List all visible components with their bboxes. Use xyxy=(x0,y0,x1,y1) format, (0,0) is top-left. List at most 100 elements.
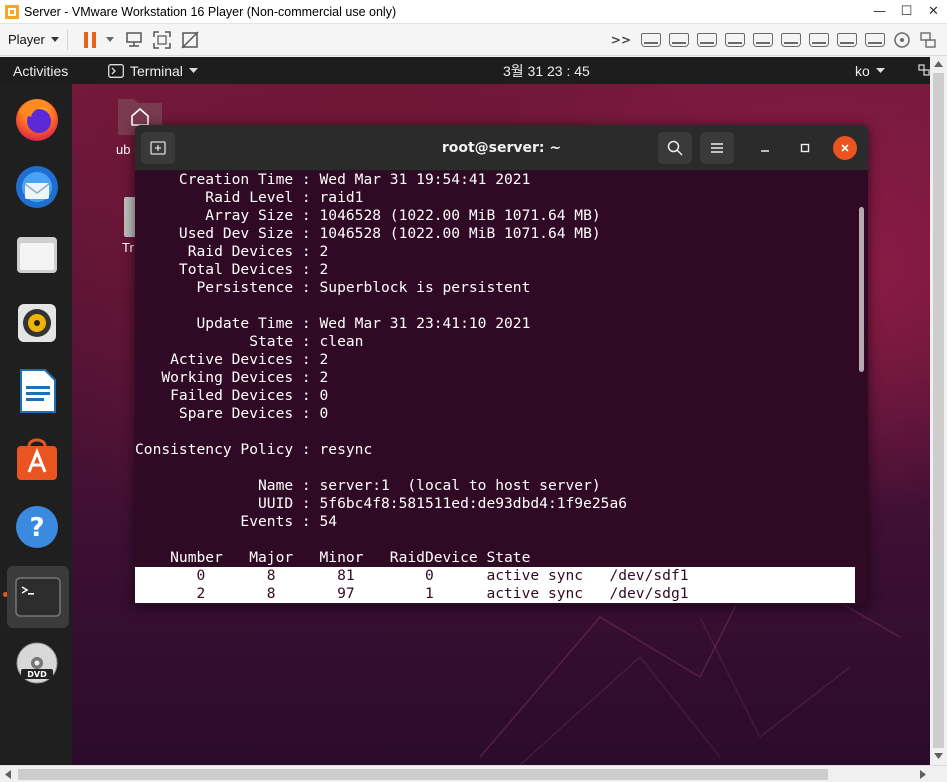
close-button[interactable]: ✕ xyxy=(920,4,947,19)
dock-ubuntu-software[interactable] xyxy=(8,430,66,488)
hard-disk-icon[interactable] xyxy=(697,32,717,47)
dock-dvd[interactable]: DVD xyxy=(8,634,66,692)
search-button[interactable] xyxy=(658,132,692,164)
gnome-topbar: Activities Terminal 3월 31 23 : 45 ko xyxy=(0,57,930,84)
vmware-horizontal-scrollbar[interactable] xyxy=(0,765,947,782)
terminal-icon xyxy=(15,577,61,617)
terminal-window[interactable]: root@server: ~ Creation Time : Wed Mar 3… xyxy=(135,125,868,605)
scroll-right-icon[interactable] xyxy=(920,770,926,779)
hard-disk-icon[interactable] xyxy=(669,32,689,47)
cd-drive-icon[interactable] xyxy=(893,31,911,49)
svg-text:DVD: DVD xyxy=(27,670,47,679)
scrollbar-thumb[interactable] xyxy=(18,769,828,780)
terminal-line: Array Size : 1046528 (1022.00 MiB 1071.6… xyxy=(135,207,601,224)
vmware-titlebar: Server - VMware Workstation 16 Player (N… xyxy=(0,0,947,24)
pause-icon xyxy=(83,31,96,48)
clock[interactable]: 3월 31 23 : 45 xyxy=(503,61,590,81)
dock-help[interactable]: ? xyxy=(8,498,66,556)
terminal-line: Persistence : Superblock is persistent xyxy=(135,279,531,296)
hard-disk-icon[interactable] xyxy=(641,32,661,47)
network-computer-icon xyxy=(126,31,142,47)
chevron-down-icon[interactable] xyxy=(105,36,114,43)
dock-files[interactable] xyxy=(8,226,66,284)
terminal-maximize-button[interactable] xyxy=(793,136,817,160)
network-icon[interactable] xyxy=(918,64,930,76)
chevron-down-icon xyxy=(875,67,885,73)
send-ctrl-alt-del-button[interactable] xyxy=(123,29,145,51)
new-tab-icon xyxy=(150,141,166,155)
terminal-minimize-button[interactable] xyxy=(753,136,777,160)
fullscreen-button[interactable] xyxy=(151,29,173,51)
device-icons: >> xyxy=(611,31,947,49)
files-icon xyxy=(17,237,57,273)
vmware-vertical-scrollbar[interactable] xyxy=(930,57,947,765)
hard-disk-icon[interactable] xyxy=(865,32,885,47)
terminal-line-selected: 0 8 81 0 active sync /dev/sdf1 xyxy=(135,567,855,585)
terminal-line: Failed Devices : 0 xyxy=(135,387,329,404)
activities-button[interactable]: Activities xyxy=(0,63,108,79)
unity-icon xyxy=(181,30,199,49)
dvd-icon: DVD xyxy=(16,642,58,684)
terminal-line: Active Devices : 2 xyxy=(135,351,329,368)
close-icon xyxy=(841,144,849,152)
network-adapter-icon[interactable] xyxy=(919,31,937,49)
new-tab-button[interactable] xyxy=(141,132,175,164)
input-method-menu[interactable]: ko xyxy=(855,63,885,79)
scroll-up-icon[interactable] xyxy=(934,61,943,67)
unity-button[interactable] xyxy=(179,29,201,51)
pause-button[interactable] xyxy=(79,29,101,51)
hamburger-icon xyxy=(711,143,723,153)
terminal-line: Raid Level : raid1 xyxy=(135,189,364,206)
terminal-close-button[interactable] xyxy=(833,136,857,160)
thunderbird-icon xyxy=(16,166,58,208)
hard-disk-icon[interactable] xyxy=(753,32,773,47)
terminal-line: Name : server:1 (local to host server) xyxy=(135,477,601,494)
player-menu[interactable]: Player xyxy=(0,32,59,47)
hard-disk-icon[interactable] xyxy=(837,32,857,47)
firefox-icon xyxy=(16,99,58,141)
maximize-button[interactable]: ☐ xyxy=(893,4,920,19)
dock-rhythmbox[interactable] xyxy=(8,294,66,352)
software-bag-icon xyxy=(17,438,57,480)
hard-disk-icon[interactable] xyxy=(781,32,801,47)
toolbar-divider xyxy=(66,29,68,50)
dock-terminal[interactable] xyxy=(7,566,69,628)
dock-libreoffice-writer[interactable] xyxy=(8,362,66,420)
minimize-icon xyxy=(761,150,769,152)
maximize-icon xyxy=(800,143,810,153)
terminal-line: Spare Devices : 0 xyxy=(135,405,329,422)
terminal-line: Update Time : Wed Mar 31 23:41:10 2021 xyxy=(135,315,531,332)
hard-disk-icon[interactable] xyxy=(809,32,829,47)
terminal-line: Creation Time : Wed Mar 31 19:54:41 2021 xyxy=(135,171,531,188)
dock: ? DVD xyxy=(0,84,72,765)
help-icon: ? xyxy=(16,506,58,548)
terminal-scrollbar[interactable] xyxy=(859,207,864,372)
terminal-line: Raid Devices : 2 xyxy=(135,243,329,260)
scroll-down-icon[interactable] xyxy=(934,753,943,759)
terminal-icon xyxy=(108,63,124,78)
menu-button[interactable] xyxy=(700,132,734,164)
minimize-button[interactable]: — xyxy=(866,4,893,19)
vmware-app-icon xyxy=(5,4,19,19)
more-devices-button[interactable]: >> xyxy=(611,33,631,47)
scroll-left-icon[interactable] xyxy=(5,770,11,779)
scrollbar-thumb[interactable] xyxy=(933,73,944,748)
terminal-output[interactable]: Creation Time : Wed Mar 31 19:54:41 2021… xyxy=(135,171,868,605)
search-icon xyxy=(667,140,683,156)
chevron-down-icon xyxy=(50,36,59,42)
terminal-line-selected: 2 8 97 1 active sync /dev/sdg1 xyxy=(135,585,855,603)
terminal-line: Events : 54 xyxy=(135,513,338,530)
hard-disk-icon[interactable] xyxy=(725,32,745,47)
dock-firefox[interactable] xyxy=(8,90,66,148)
fullscreen-icon xyxy=(153,30,171,49)
dock-thunderbird[interactable] xyxy=(8,158,66,216)
input-lang-label: ko xyxy=(855,62,870,79)
guest-screen[interactable]: Activities Terminal 3월 31 23 : 45 ko ub … xyxy=(0,57,930,765)
app-menu[interactable]: Terminal xyxy=(108,63,198,79)
terminal-line: Working Devices : 2 xyxy=(135,369,329,386)
speaker-icon xyxy=(18,304,56,342)
terminal-line: Consistency Policy : resync xyxy=(135,441,373,458)
